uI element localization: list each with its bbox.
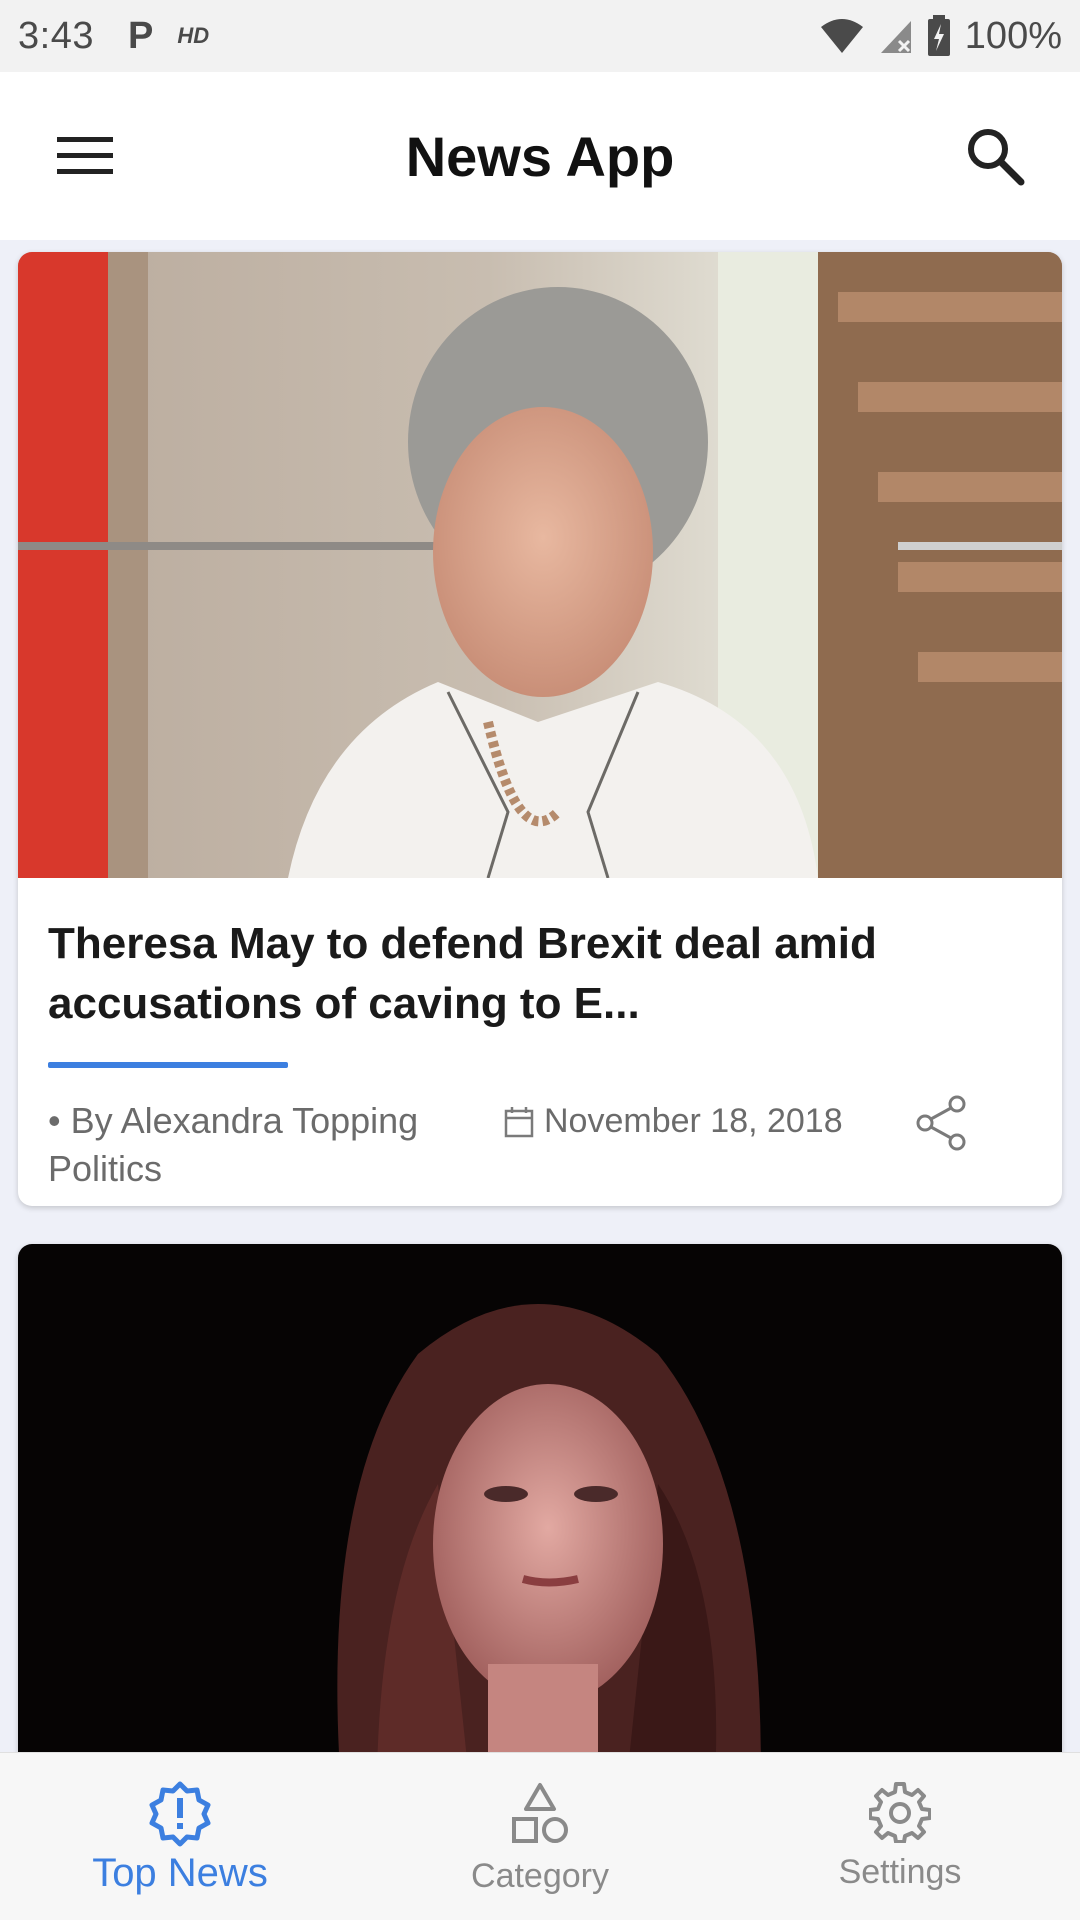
nav-settings[interactable]: Settings bbox=[720, 1753, 1080, 1920]
article-author: • By Alexandra Topping bbox=[48, 1100, 419, 1141]
shapes-icon bbox=[512, 1783, 568, 1843]
status-bar: 3:43 P HD 100% bbox=[0, 0, 1080, 72]
bottom-navigation: Top News Category Settings bbox=[0, 1752, 1080, 1920]
menu-button[interactable] bbox=[42, 118, 128, 194]
battery-percent: 100% bbox=[964, 14, 1062, 57]
share-button[interactable] bbox=[908, 1090, 974, 1156]
article-category: Politics bbox=[48, 1148, 163, 1189]
nav-category[interactable]: Category bbox=[360, 1753, 720, 1920]
search-button[interactable] bbox=[952, 118, 1038, 194]
nav-top-news[interactable]: Top News bbox=[0, 1753, 360, 1920]
article-image[interactable] bbox=[18, 1244, 1062, 1752]
app-title: News App bbox=[405, 124, 675, 188]
wifi-icon bbox=[820, 19, 863, 53]
news-feed[interactable]: Theresa May to defend Brexit deal amid a… bbox=[0, 240, 1080, 1752]
cell-signal-icon bbox=[880, 21, 911, 53]
parking-notification-icon: P bbox=[127, 14, 154, 57]
article-card[interactable]: Theresa May to defend Brexit deal amid a… bbox=[18, 252, 1062, 1206]
article-date: November 18, 2018 bbox=[504, 1102, 843, 1141]
share-icon bbox=[916, 1095, 966, 1151]
hamburger-menu-icon bbox=[57, 137, 113, 174]
alert-badge-icon bbox=[149, 1781, 211, 1847]
gear-icon bbox=[869, 1782, 931, 1843]
nav-label: Top News bbox=[92, 1851, 268, 1895]
app-bar: News App bbox=[0, 72, 1080, 240]
article-image[interactable] bbox=[18, 252, 1062, 878]
status-time: 3:43 bbox=[18, 14, 94, 57]
nav-label: Category bbox=[471, 1857, 609, 1895]
title-underline bbox=[48, 1062, 288, 1068]
battery-charging-icon bbox=[927, 15, 950, 56]
nav-label: Settings bbox=[838, 1853, 962, 1891]
article-card[interactable] bbox=[18, 1244, 1062, 1752]
article-title[interactable]: Theresa May to defend Brexit deal amid a… bbox=[48, 914, 1008, 1034]
calendar-icon bbox=[504, 1106, 534, 1137]
search-icon bbox=[968, 129, 1025, 186]
article-date-text: November 18, 2018 bbox=[544, 1102, 843, 1140]
hd-voice-icon: HD bbox=[177, 23, 210, 48]
status-right: 100% bbox=[819, 15, 1062, 58]
